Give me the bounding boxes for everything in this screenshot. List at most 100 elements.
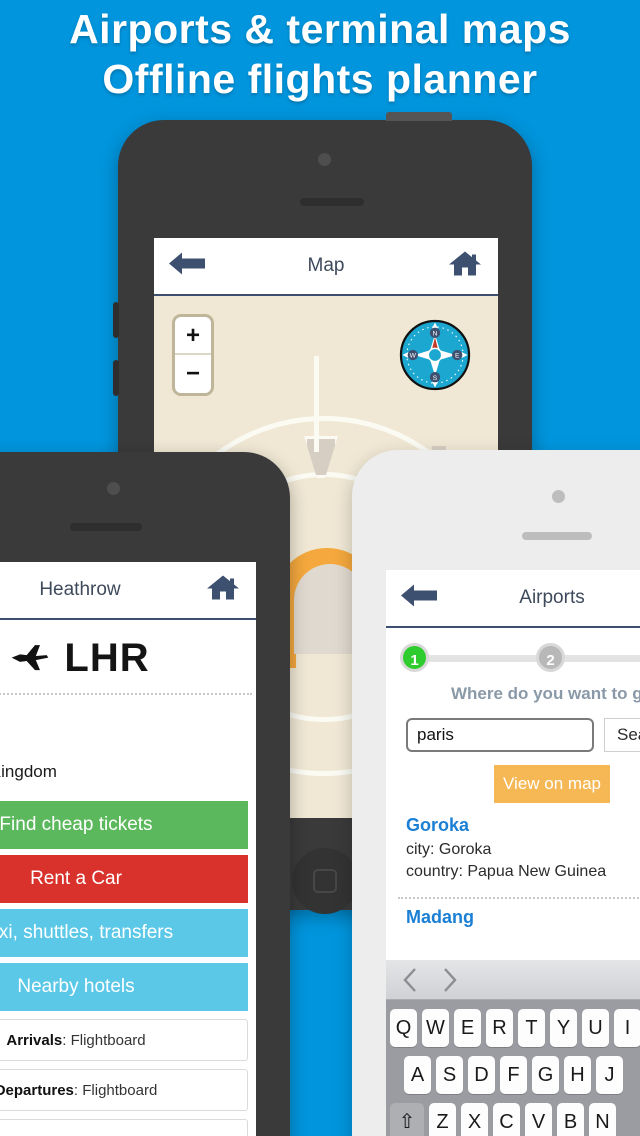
airplane-icon: [10, 636, 50, 681]
key-x[interactable]: X: [461, 1103, 488, 1136]
key-h[interactable]: H: [564, 1056, 591, 1094]
search-button[interactable]: Search: [604, 718, 640, 752]
view-on-map-button[interactable]: View on map: [494, 765, 610, 803]
departures-label: Departures: [0, 1082, 74, 1099]
result-item-madang[interactable]: Madang: [386, 899, 640, 941]
key-e[interactable]: E: [454, 1009, 481, 1047]
keyboard-row-3: ⇧ Z X C V B N: [388, 1103, 640, 1136]
svg-text:E: E: [455, 353, 460, 360]
result-country: country: Papua New Guinea: [406, 863, 607, 880]
front-camera: [318, 153, 331, 166]
key-i[interactable]: I: [614, 1009, 640, 1047]
headline-line-2: Offline flights planner: [102, 56, 538, 102]
front-camera: [107, 482, 120, 495]
earpiece-speaker: [522, 532, 592, 540]
key-n[interactable]: N: [589, 1103, 616, 1136]
earpiece-speaker: [300, 198, 364, 206]
earpiece-speaker: [70, 523, 142, 531]
volume-down-button[interactable]: [113, 360, 119, 396]
navbar-title: Heathrow: [39, 579, 121, 600]
navbar-title: Airports: [519, 587, 585, 608]
navbar-title: Map: [307, 255, 345, 276]
key-f[interactable]: F: [500, 1056, 527, 1094]
navbar-airports: Airports: [386, 570, 640, 628]
result-name[interactable]: Goroka: [406, 815, 640, 839]
navbar-map: Map: [154, 238, 498, 296]
taxi-shuttles-transfers-button[interactable]: Taxi, shuttles, transfers: [0, 909, 248, 957]
chevron-left-icon[interactable]: [402, 967, 418, 993]
keyboard-row-1: Q W E R T Y U I: [388, 1009, 640, 1047]
svg-text:N: N: [433, 330, 438, 337]
key-y[interactable]: Y: [550, 1009, 577, 1047]
result-item-goroka[interactable]: Goroka city: Goroka country: Papua New G…: [386, 803, 640, 893]
action-buttons: Find cheap tickets Rent a Car Taxi, shut…: [0, 801, 256, 1011]
volume-up-button[interactable]: [113, 302, 119, 338]
home-button-top-phone[interactable]: [292, 848, 358, 914]
phone-left: Heathrow LHR hrow on: [0, 452, 290, 1136]
svg-text:W: W: [410, 353, 417, 360]
key-u[interactable]: U: [582, 1009, 609, 1047]
navbar-airport: Heathrow: [0, 562, 256, 620]
key-s[interactable]: S: [436, 1056, 463, 1094]
shift-key[interactable]: ⇧: [390, 1103, 424, 1136]
keyboard-rows: Q W E R T Y U I A S D F G H J ⇧ Z X C V …: [386, 1000, 640, 1136]
screen-airports-search: Airports 1 2 Where do you want to go Sea…: [386, 570, 640, 1136]
zoom-in-button[interactable]: +: [175, 317, 211, 355]
step-track: [408, 655, 640, 662]
home-icon[interactable]: [448, 250, 482, 283]
chevron-right-icon[interactable]: [442, 967, 458, 993]
key-r[interactable]: R: [486, 1009, 513, 1047]
keyboard-row-2: A S D F G H J: [388, 1056, 640, 1094]
key-g[interactable]: G: [532, 1056, 559, 1094]
departures-value: Flightboard: [82, 1082, 158, 1099]
home-icon[interactable]: [206, 574, 240, 607]
front-camera: [552, 490, 565, 503]
airport-code-block: LHR: [0, 620, 256, 693]
screen-airport-detail: Heathrow LHR hrow on: [0, 562, 256, 1136]
power-button[interactable]: [386, 112, 452, 121]
headline: Airports & terminal maps Offline flights…: [0, 4, 640, 104]
key-w[interactable]: W: [422, 1009, 449, 1047]
arrivals-value: Flightboard: [70, 1032, 146, 1049]
airport-name-line: hrow: [0, 707, 256, 733]
search-row: Search: [386, 704, 640, 752]
map-zoom-controls[interactable]: + −: [172, 314, 214, 396]
app-store-screenshot: Airports & terminal maps Offline flights…: [0, 0, 640, 1136]
phone-right: Airports 1 2 Where do you want to go Sea…: [352, 450, 640, 1136]
result-city: city: Goroka: [406, 841, 492, 858]
departures-row[interactable]: Departures: Flightboard: [0, 1069, 248, 1111]
arrivals-row[interactable]: Arrivals: Flightboard: [0, 1019, 248, 1061]
ios-keyboard[interactable]: Q W E R T Y U I A S D F G H J ⇧ Z X C V …: [386, 960, 640, 1136]
step-1[interactable]: 1: [400, 643, 429, 672]
nearby-hotels-button[interactable]: Nearby hotels: [0, 963, 248, 1011]
key-j[interactable]: J: [596, 1056, 623, 1094]
svg-text:S: S: [433, 375, 438, 382]
key-q[interactable]: Q: [390, 1009, 417, 1047]
arrivals-label: Arrivals: [6, 1032, 63, 1049]
key-d[interactable]: D: [468, 1056, 495, 1094]
airport-meta: hrow ondon y: United Kingdom: [0, 695, 256, 795]
step-indicator: 1 2: [386, 640, 640, 674]
key-b[interactable]: B: [557, 1103, 584, 1136]
back-arrow-icon[interactable]: [168, 251, 206, 282]
airport-country-line: y: United Kingdom: [0, 762, 57, 781]
search-input[interactable]: [406, 718, 594, 752]
airport-city-line: ondon: [0, 733, 256, 759]
next-row-partial[interactable]: [0, 1119, 248, 1136]
key-a[interactable]: A: [404, 1056, 431, 1094]
zoom-out-button[interactable]: −: [175, 355, 211, 393]
key-t[interactable]: T: [518, 1009, 545, 1047]
back-arrow-icon[interactable]: [400, 583, 438, 614]
result-name[interactable]: Madang: [406, 907, 640, 931]
compass-icon[interactable]: N S W E: [398, 318, 472, 392]
search-prompt: Where do you want to go: [450, 684, 640, 703]
flightboard-rows: Arrivals: Flightboard Departures: Flight…: [0, 1019, 256, 1136]
step-2[interactable]: 2: [536, 643, 565, 672]
find-cheap-tickets-button[interactable]: Find cheap tickets: [0, 801, 248, 849]
key-c[interactable]: C: [493, 1103, 520, 1136]
airport-code: LHR: [64, 636, 150, 680]
headline-line-1: Airports & terminal maps: [69, 6, 571, 52]
rent-a-car-button[interactable]: Rent a Car: [0, 855, 248, 903]
key-v[interactable]: V: [525, 1103, 552, 1136]
key-z[interactable]: Z: [429, 1103, 456, 1136]
